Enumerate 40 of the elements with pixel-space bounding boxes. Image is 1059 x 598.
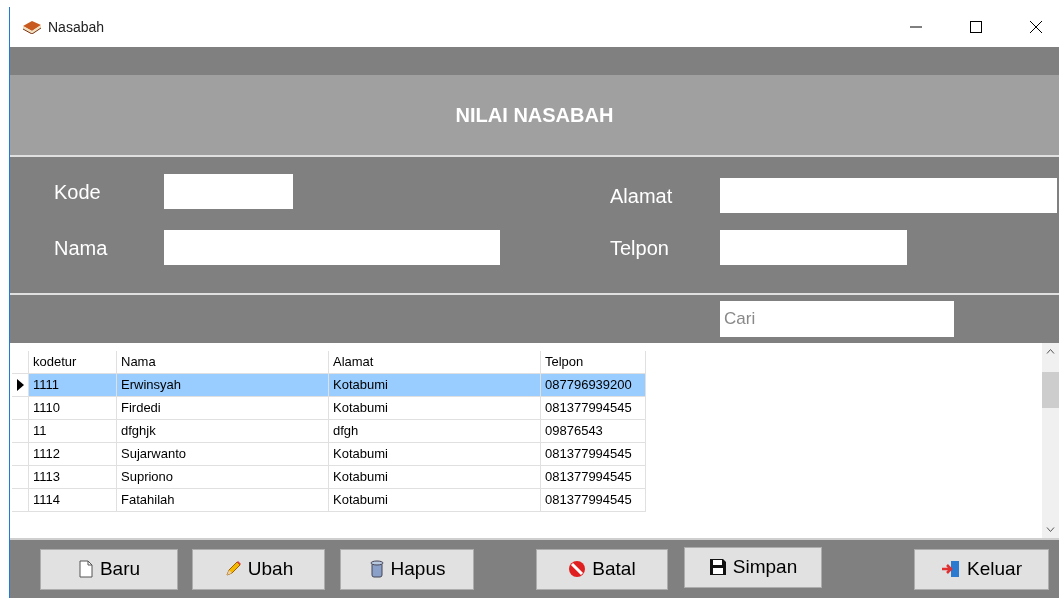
- form-heading: NILAI NASABAH: [455, 103, 614, 128]
- book-icon: [22, 20, 42, 34]
- text-field[interactable]: [164, 174, 293, 209]
- table-row[interactable]: 1112 Sujarwanto Kotabumi 081377994545: [12, 443, 646, 466]
- scroll-down-icon: [1046, 527, 1055, 532]
- action-button[interactable]: Keluar: [914, 548, 1049, 590]
- field-label: Alamat: [610, 183, 674, 209]
- table-row[interactable]: 1113 Supriono Kotabumi 081377994545: [12, 466, 646, 489]
- window-title: Nasabah: [48, 17, 105, 37]
- document-icon: [77, 560, 94, 578]
- field-label: Telpon: [610, 235, 670, 261]
- search-field[interactable]: Cari: [720, 301, 954, 337]
- scroll-up-icon: [1046, 349, 1055, 354]
- field-label: Nama: [54, 235, 109, 261]
- table-cell: Fatahilah: [117, 489, 329, 512]
- action-button[interactable]: Hapus: [340, 548, 474, 590]
- pencil-icon: [223, 560, 242, 578]
- table-row[interactable]: 11 dfghjk dfgh 09876543: [12, 420, 646, 443]
- bin-icon: [368, 560, 385, 578]
- close-icon: [1029, 20, 1043, 34]
- maximize-icon: [969, 20, 983, 34]
- text-field[interactable]: [720, 178, 1057, 213]
- table-row[interactable]: 1111 Erwinsyah Kotabumi 087796939200: [12, 374, 646, 397]
- field-label: Kode: [54, 179, 102, 205]
- current-row-icon: [16, 379, 24, 391]
- table-row[interactable]: 1114 Fatahilah Kotabumi 081377994545: [12, 489, 646, 512]
- scrollbar-thumb[interactable]: [1042, 372, 1059, 408]
- no-entry-icon: [568, 560, 587, 578]
- text-field[interactable]: [720, 230, 907, 265]
- table-cell: Kotabumi: [329, 489, 541, 512]
- action-button[interactable]: Simpan: [684, 546, 822, 588]
- text-field[interactable]: [164, 230, 500, 265]
- table-cell: 081377994545: [541, 489, 646, 512]
- action-button[interactable]: Baru: [40, 548, 178, 590]
- vertical-scrollbar[interactable]: [1042, 343, 1059, 538]
- door-exit-icon: [941, 560, 962, 578]
- action-button[interactable]: Ubah: [192, 548, 325, 590]
- action-button[interactable]: Batal: [536, 548, 668, 590]
- table-row[interactable]: 1110 Firdedi Kotabumi 081377994545: [12, 397, 646, 420]
- table-cell: 1114: [29, 489, 117, 512]
